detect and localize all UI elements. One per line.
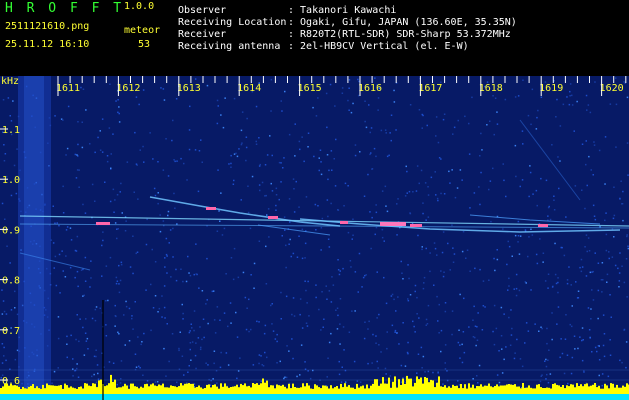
capture-datetime: 25.11.12 16:10 (5, 39, 90, 50)
time-tick-label: 1613 (177, 83, 201, 94)
app-version: 1.0.0 (124, 1, 155, 12)
count-value: 53 (138, 39, 151, 50)
spectrogram-background (0, 76, 629, 400)
time-tick-label: 1614 (237, 83, 261, 94)
time-tick-label: 1615 (298, 83, 322, 94)
receiver-value: : R820T2(RTL-SDR) SDR-Sharp 53.372MHz (288, 29, 511, 40)
receiver-label: Receiver (178, 29, 227, 40)
time-tick-label: 1612 (116, 83, 140, 94)
frequency-tick-label: 0.8 (2, 276, 20, 287)
time-tick-label: 1617 (418, 83, 442, 94)
header-panel: H R O F F T 1.0.0 2511121610.png meteor … (0, 0, 629, 76)
frequency-tick-label: 0.9 (2, 225, 20, 236)
app-title: H R O F F T (5, 1, 125, 16)
time-tick-label: 1619 (539, 83, 563, 94)
time-tick-label: 1611 (56, 83, 80, 94)
frequency-tick-label: 0.6 (2, 376, 20, 387)
spectrogram: kHz 1611 1612 1613 1614 1615 1616 1617 1618 1619 1… (0, 76, 629, 400)
time-tick-label: 1618 (479, 83, 503, 94)
count-label: meteor (124, 25, 161, 36)
location-label: Receiving Location (178, 17, 287, 28)
frequency-tick-label: 0.7 (2, 326, 20, 337)
frequency-tick-label: 1.1 (2, 125, 20, 136)
frequency-tick-label: 1.0 (2, 175, 20, 186)
observer-value: : Takanori Kawachi (288, 5, 397, 16)
frequency-unit-label: kHz (1, 76, 19, 87)
file-name: 2511121610.png (5, 21, 90, 32)
antenna-label: Receiving antenna (178, 41, 281, 52)
antenna-value: : 2el-HB9CV Vertical (el. E-W) (288, 41, 469, 52)
time-tick-label: 1616 (358, 83, 382, 94)
time-tick-label: 1620 (600, 83, 624, 94)
location-value: : Ogaki, Gifu, JAPAN (136.60E, 35.35N) (288, 17, 517, 28)
left-noise-band (18, 76, 51, 400)
observer-label: Observer (178, 5, 227, 16)
